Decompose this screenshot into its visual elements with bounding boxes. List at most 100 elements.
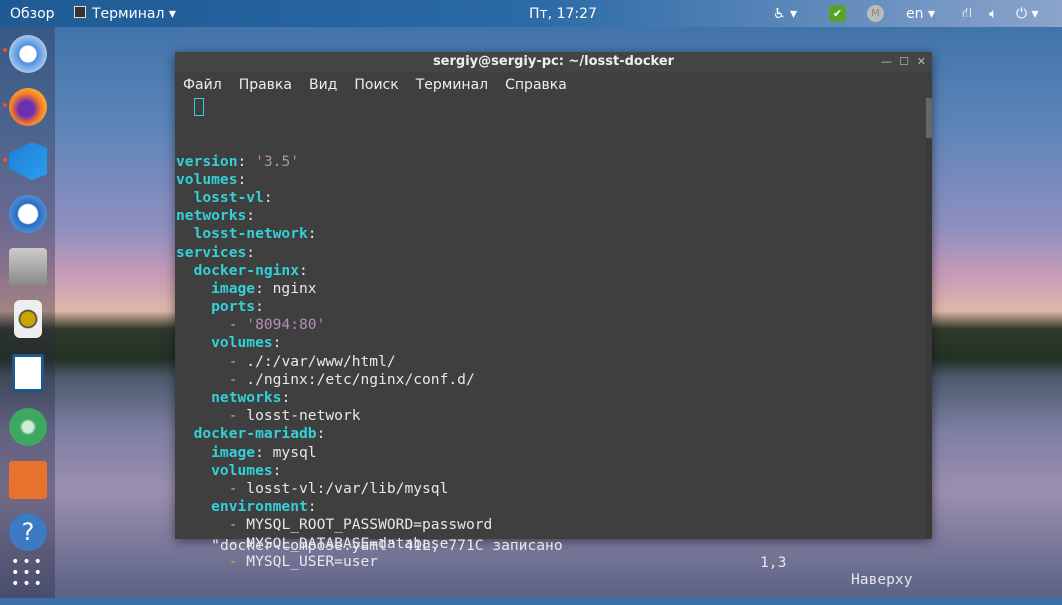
file-cabinet-icon[interactable] xyxy=(9,248,47,286)
code-line: services: xyxy=(176,244,932,262)
code-line: networks: xyxy=(176,389,932,407)
menu-edit[interactable]: Правка xyxy=(239,77,292,93)
code-token: : nginx xyxy=(255,279,317,297)
code-line: - ./:/var/www/html/ xyxy=(176,353,932,371)
menu-file[interactable]: Файл xyxy=(183,77,222,93)
menu-terminal[interactable]: Терминал xyxy=(416,77,488,93)
code-token: '8094:80' xyxy=(246,316,326,334)
running-indicator xyxy=(3,158,7,162)
atom-icon[interactable] xyxy=(9,408,47,446)
code-token: losst-network xyxy=(176,225,308,243)
code-line: version: '3.5' xyxy=(176,153,932,171)
code-token: : xyxy=(246,207,256,225)
activities-button[interactable]: Обзор xyxy=(10,6,55,22)
maximize-button[interactable]: ☐ xyxy=(899,52,909,72)
code-line: - losst-vl:/var/lib/mysql xyxy=(176,480,932,498)
code-line: - ./nginx:/etc/nginx/conf.d/ xyxy=(176,371,932,389)
code-token: : xyxy=(263,188,273,206)
code-token: docker-mariadb xyxy=(176,425,317,443)
code-token: : xyxy=(246,243,256,261)
code-token: networks xyxy=(176,389,282,407)
editor-text[interactable]: version: '3.5' volumes: losst-vl: networks… xyxy=(175,98,932,571)
language-selector[interactable]: en ▾ xyxy=(906,6,935,22)
writer-icon[interactable] xyxy=(12,354,44,392)
clock[interactable]: Пт, 17:27 xyxy=(529,6,597,22)
code-token: volumes xyxy=(176,334,273,352)
m-indicator-icon[interactable]: M xyxy=(867,5,884,22)
code-token: image xyxy=(176,279,256,297)
code-line: image: nginx xyxy=(176,280,932,298)
terminal-app-icon xyxy=(74,6,86,18)
software-center-icon[interactable] xyxy=(9,461,47,499)
code-line: - '8094:80' xyxy=(176,316,932,334)
code-line: networks: xyxy=(176,207,932,225)
help-icon[interactable]: ? xyxy=(9,513,47,551)
menu-search[interactable]: Поиск xyxy=(354,77,398,93)
code-line: ports: xyxy=(176,298,932,316)
code-token: : xyxy=(316,425,326,443)
code-token: MYSQL_USER=user xyxy=(246,552,379,570)
close-button[interactable]: ✕ xyxy=(917,52,926,72)
scrollbar-thumb[interactable] xyxy=(926,98,932,138)
top-bar: Обзор Терминал ▾ Пт, 17:27 ♿ ▾ ✔ M en ▾ … xyxy=(0,0,1062,27)
code-token: volumes xyxy=(176,461,273,479)
code-line: volumes: xyxy=(176,334,932,352)
code-token: volumes xyxy=(176,170,238,188)
code-token: - xyxy=(176,407,247,425)
code-line: environment: xyxy=(176,498,932,516)
code-token: : xyxy=(272,461,282,479)
vscode-icon[interactable] xyxy=(9,142,47,180)
apps-grid-icon[interactable]: ••• ••• ••• xyxy=(9,555,47,595)
code-token: : xyxy=(307,498,317,516)
scrollbar[interactable] xyxy=(926,98,932,538)
code-line: losst-vl: xyxy=(176,189,932,207)
app-menu-label: Терминал xyxy=(92,5,165,22)
code-token: : xyxy=(272,334,282,352)
code-line: volumes: xyxy=(176,171,932,189)
code-token: ./nginx:/etc/nginx/conf.d/ xyxy=(246,370,475,388)
running-indicator xyxy=(3,103,7,107)
cursor-position: 1,3 xyxy=(760,554,787,571)
code-token: : xyxy=(299,261,308,279)
menu-view[interactable]: Вид xyxy=(309,77,337,93)
code-token: networks xyxy=(176,207,247,225)
code-line: - losst-network xyxy=(176,407,932,425)
menu-bar: Файл Правка Вид Поиск Терминал Справка xyxy=(175,72,932,98)
power-icon[interactable]: ⏻ ▾ xyxy=(1016,6,1039,22)
code-token: - xyxy=(176,316,247,334)
app-menu-button[interactable]: Терминал ▾ xyxy=(92,6,176,22)
code-token: version xyxy=(176,152,238,170)
code-token: : xyxy=(237,170,247,188)
terminal-window: sergiy@sergiy-pc: ~/losst-docker — ☐ ✕ Ф… xyxy=(175,52,932,588)
thunderbird-icon[interactable] xyxy=(9,195,47,233)
code-token: image xyxy=(176,443,256,461)
code-token: - xyxy=(176,479,247,497)
firefox-icon[interactable] xyxy=(9,88,47,126)
code-token: docker-nginx xyxy=(176,261,300,279)
code-line: image: mysql xyxy=(176,444,932,462)
language-label: en xyxy=(906,5,924,22)
network-icon[interactable]: ⛙ xyxy=(962,5,972,23)
menu-help[interactable]: Справка xyxy=(505,77,567,93)
code-token: ports xyxy=(176,298,256,316)
volume-icon[interactable]: 🔈︎ xyxy=(989,6,997,22)
code-token: losst-vl:/var/lib/mysql xyxy=(246,479,449,497)
code-line: docker-nginx: xyxy=(176,262,932,280)
chromium-icon[interactable] xyxy=(9,35,47,73)
code-line: losst-network: xyxy=(176,225,932,243)
minimize-button[interactable]: — xyxy=(881,52,892,72)
vim-status-line: "docker-compose.yaml" 41L, 771C записано… xyxy=(176,520,921,588)
code-line: volumes: xyxy=(176,462,932,480)
speaker-icon[interactable] xyxy=(14,300,42,338)
scroll-position: Наверху xyxy=(851,571,913,588)
title-bar[interactable]: sergiy@sergiy-pc: ~/losst-docker — ☐ ✕ xyxy=(175,52,932,72)
dock: ? ••• ••• ••• xyxy=(0,27,55,598)
status-message: "docker-compose.yaml" 41L, 771C записано xyxy=(211,537,563,554)
check-icon[interactable]: ✔ xyxy=(829,5,846,22)
window-title: sergiy@sergiy-pc: ~/losst-docker xyxy=(432,54,675,69)
code-token: losst-vl xyxy=(176,188,264,206)
code-token: - xyxy=(176,370,247,388)
running-indicator xyxy=(3,48,7,52)
code-token: : mysql xyxy=(255,443,317,461)
accessibility-icon[interactable]: ♿ ▾ xyxy=(773,6,797,22)
